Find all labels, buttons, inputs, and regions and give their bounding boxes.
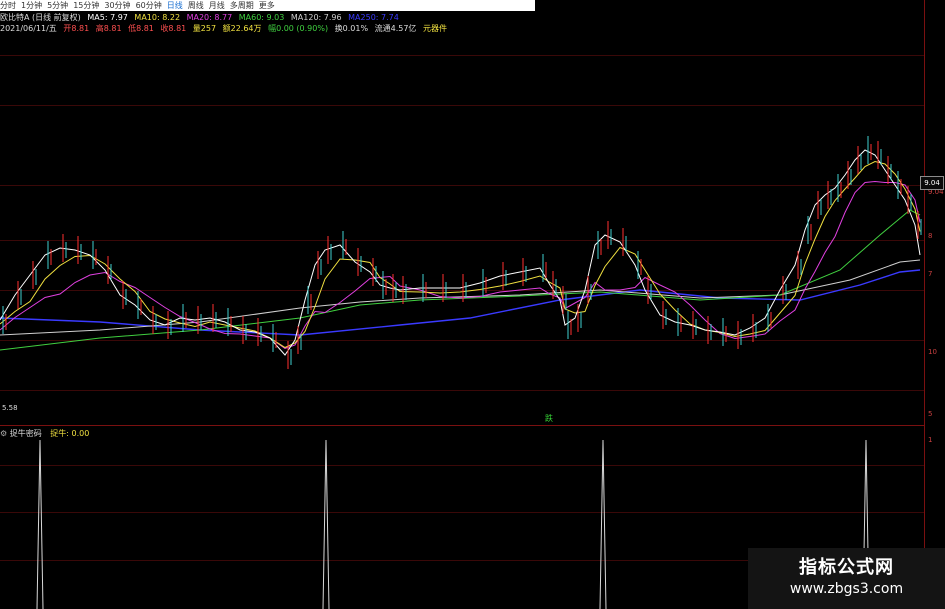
ma20-line bbox=[0, 180, 921, 350]
signal-spike bbox=[36, 439, 44, 609]
ma-value-box: 9.04 bbox=[920, 176, 944, 190]
kline-chart bbox=[0, 136, 922, 609]
signal-spike bbox=[322, 439, 330, 609]
axis-label: 8 bbox=[928, 232, 933, 240]
axis-label: 1 bbox=[928, 436, 933, 444]
price-axis bbox=[924, 0, 945, 609]
indicator-name[interactable]: 捉牛密码 bbox=[10, 429, 42, 438]
gear-icon[interactable]: ⚙ bbox=[0, 429, 7, 438]
watermark: 指标公式网 www.zbgs3.com bbox=[748, 548, 945, 609]
indicator-value: 捉牛: 0.00 bbox=[50, 429, 90, 438]
signal-spike bbox=[599, 439, 607, 609]
low-price-label: 5.58 bbox=[2, 404, 18, 412]
ma60-line bbox=[0, 209, 921, 351]
sub-indicator-title: ⚙ 捉牛密码 捉牛: 0.00 bbox=[0, 429, 89, 439]
watermark-url: www.zbgs3.com bbox=[789, 581, 904, 597]
ma5-line bbox=[0, 149, 921, 356]
axis-label: 5 bbox=[928, 410, 933, 418]
watermark-title: 指标公式网 bbox=[799, 557, 894, 578]
axis-label: 7 bbox=[928, 270, 933, 278]
axis-label: 10 bbox=[928, 348, 937, 356]
signal-label: 跌 bbox=[545, 414, 553, 423]
